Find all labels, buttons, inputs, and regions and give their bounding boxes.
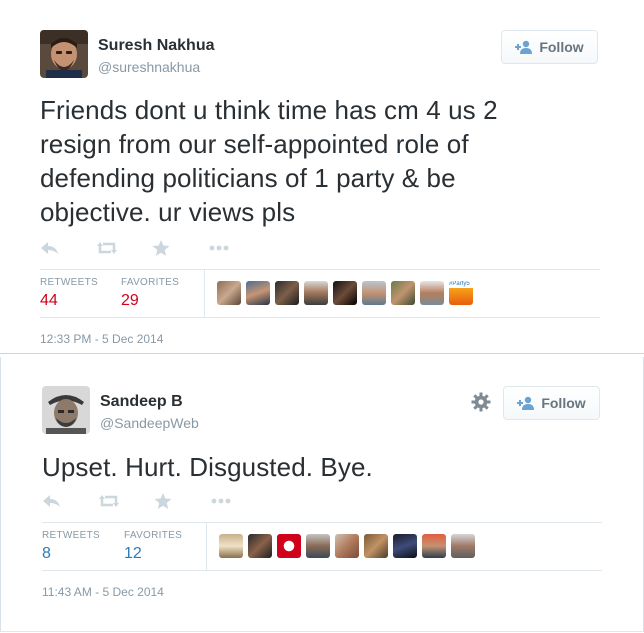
author-name[interactable]: Sandeep B xyxy=(100,393,183,411)
tweet-timestamp[interactable]: 12:33 PM - 5 Dec 2014 xyxy=(40,332,163,346)
user-avatar[interactable] xyxy=(277,534,301,558)
user-avatar[interactable] xyxy=(420,281,444,305)
reply-icon[interactable] xyxy=(42,493,62,509)
retweets-label: RETWEETS xyxy=(42,530,100,541)
tweet-text-line: defending politicians of 1 party & be xyxy=(40,163,456,193)
favorites-count: 29 xyxy=(121,292,139,309)
more-icon[interactable] xyxy=(208,240,229,256)
user-avatar[interactable] xyxy=(275,281,299,305)
author-handle[interactable]: @sureshnakhua xyxy=(98,59,200,75)
retweets-label: RETWEETS xyxy=(40,277,98,288)
avatar-text: #Party5 xyxy=(449,281,470,287)
follow-button[interactable]: Follow xyxy=(503,386,600,420)
stats-divider xyxy=(206,522,207,570)
star-icon[interactable] xyxy=(154,493,174,509)
reply-icon[interactable] xyxy=(40,240,60,256)
author-avatar[interactable] xyxy=(42,386,90,434)
tweet-timestamp[interactable]: 11:43 AM - 5 Dec 2014 xyxy=(42,585,164,599)
favoriters-avatars xyxy=(219,534,480,558)
retweet-icon[interactable] xyxy=(98,493,119,509)
add-user-icon xyxy=(515,40,533,54)
user-avatar[interactable]: #Party5 xyxy=(449,281,473,305)
favoriters-avatars: #Party5 xyxy=(217,281,478,305)
author-handle[interactable]: @SandeepWeb xyxy=(100,415,199,431)
user-avatar[interactable] xyxy=(333,281,357,305)
user-avatar[interactable] xyxy=(393,534,417,558)
tweet-card-1: Suresh Nakhua @sureshnakhua Follow Frien… xyxy=(0,0,644,354)
tweet-card-2: Sandeep B @SandeepWeb Follow Upset. Hurt… xyxy=(0,354,644,633)
tweet-text-line: Friends dont u think time has cm 4 us 2 xyxy=(40,95,498,125)
user-avatar[interactable] xyxy=(422,534,446,558)
user-avatar[interactable] xyxy=(391,281,415,305)
favorites-stat[interactable]: FAVORITES 29 xyxy=(121,277,179,310)
gear-icon[interactable] xyxy=(471,392,491,412)
favorites-label: FAVORITES xyxy=(124,530,183,541)
user-avatar[interactable] xyxy=(362,281,386,305)
user-avatar[interactable] xyxy=(306,534,330,558)
tweet-actions xyxy=(42,493,266,509)
favorites-stat[interactable]: FAVORITES 12 xyxy=(124,530,182,563)
divider xyxy=(40,269,600,270)
follow-label: Follow xyxy=(539,39,584,55)
user-avatar[interactable] xyxy=(217,281,241,305)
retweets-stat[interactable]: RETWEETS 8 xyxy=(42,530,100,563)
stats-divider xyxy=(204,269,205,317)
star-icon[interactable] xyxy=(152,240,172,256)
user-avatar[interactable] xyxy=(246,281,270,305)
favorites-label: FAVORITES xyxy=(121,277,180,288)
follow-button[interactable]: Follow xyxy=(501,30,598,64)
user-avatar[interactable] xyxy=(304,281,328,305)
retweets-stat[interactable]: RETWEETS 44 xyxy=(40,277,98,310)
tweet-text-line: objective. ur views pls xyxy=(40,197,296,227)
user-avatar[interactable] xyxy=(335,534,359,558)
follow-label: Follow xyxy=(541,395,586,411)
more-icon[interactable] xyxy=(210,493,231,509)
favorites-count: 12 xyxy=(124,545,142,562)
tweet-text: Upset. Hurt. Disgusted. Bye. xyxy=(42,450,373,484)
tweet-text: Friends dont u think time has cm 4 us 2 … xyxy=(40,93,498,229)
retweets-count: 8 xyxy=(42,545,51,562)
tweet-text-line: Upset. Hurt. Disgusted. Bye. xyxy=(42,452,373,482)
author-name[interactable]: Suresh Nakhua xyxy=(98,37,214,55)
divider xyxy=(40,317,600,318)
add-user-icon xyxy=(517,396,535,410)
divider xyxy=(42,522,602,523)
author-avatar[interactable] xyxy=(40,30,88,78)
divider xyxy=(42,570,602,571)
user-avatar[interactable] xyxy=(248,534,272,558)
user-avatar[interactable] xyxy=(364,534,388,558)
tweet-actions xyxy=(40,240,264,256)
tweet-text-line: resign from our self-appointed role of xyxy=(40,129,469,159)
user-avatar[interactable] xyxy=(451,534,475,558)
retweets-count: 44 xyxy=(40,292,58,309)
user-avatar[interactable] xyxy=(219,534,243,558)
retweet-icon[interactable] xyxy=(96,240,117,256)
